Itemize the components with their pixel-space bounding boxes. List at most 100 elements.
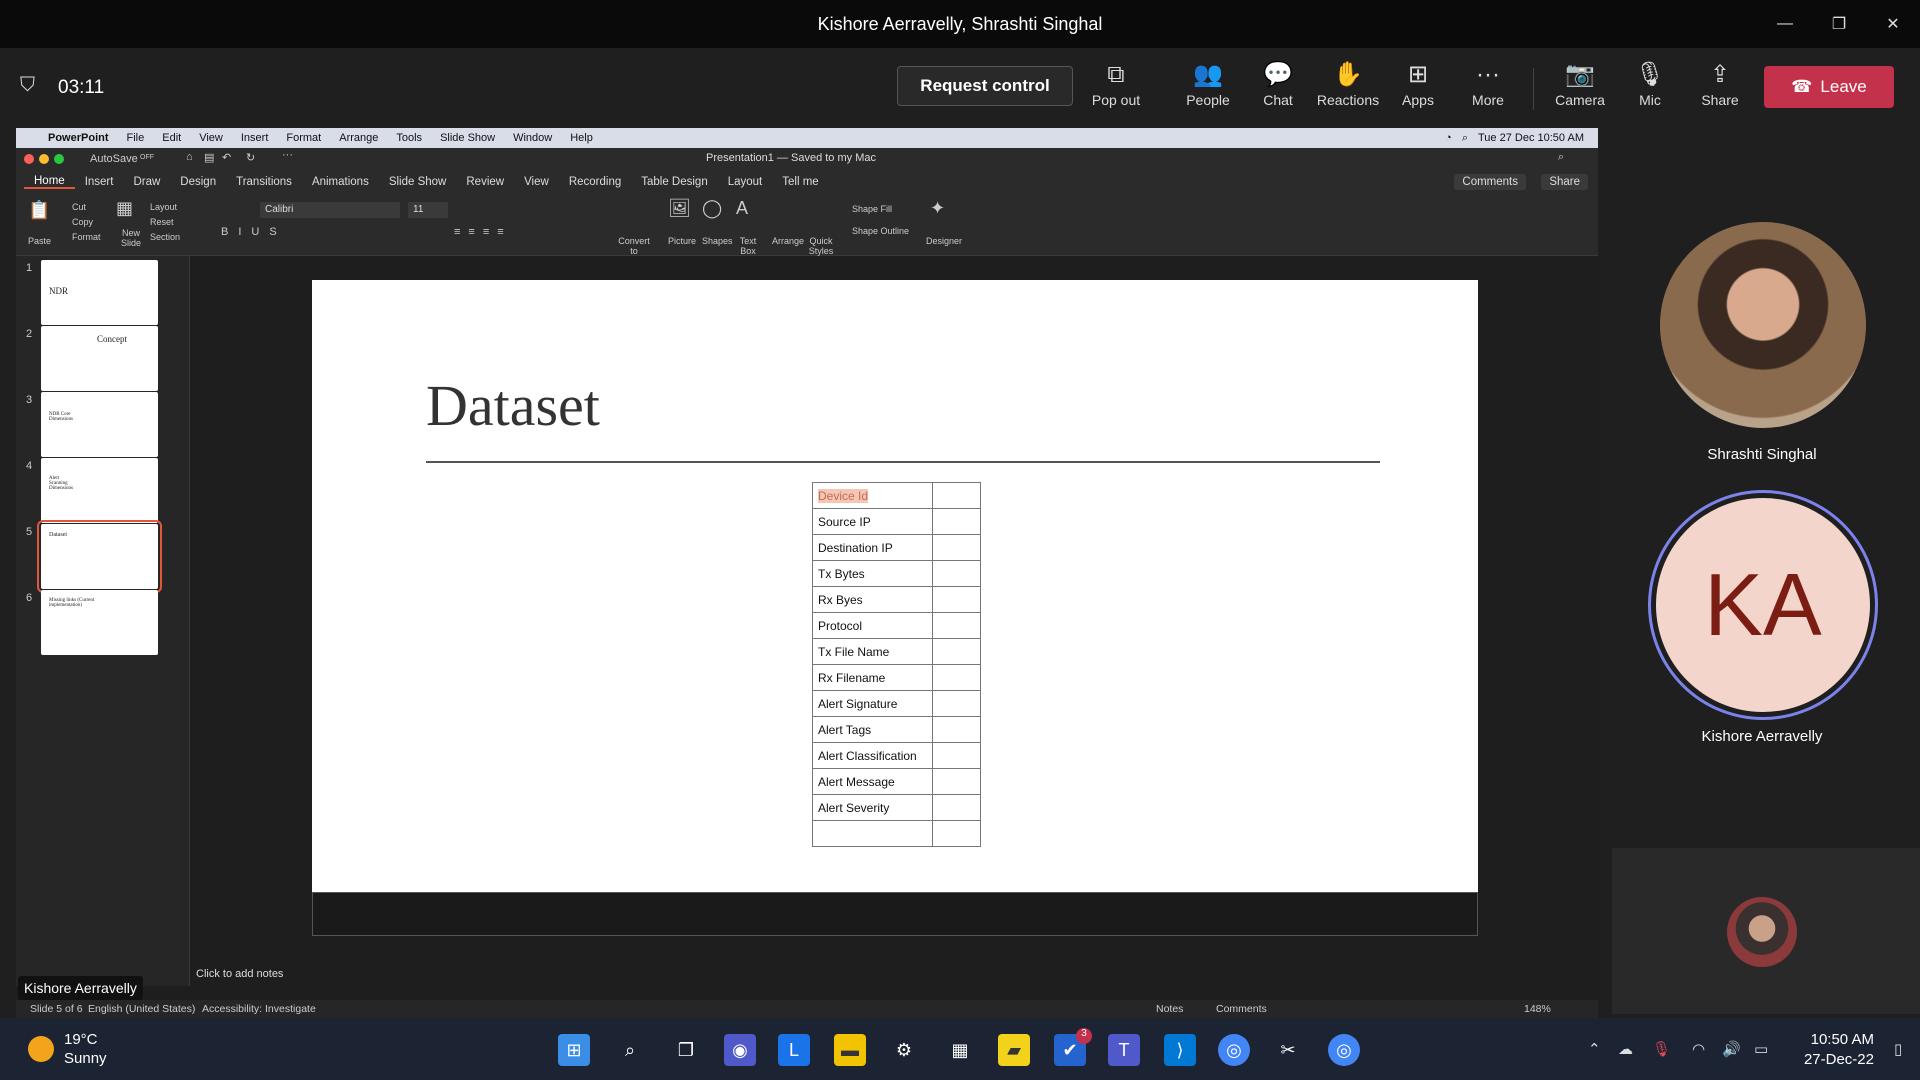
zoom-level[interactable]: 148% bbox=[1524, 1003, 1551, 1015]
volume-icon[interactable]: 🔊 bbox=[1722, 1040, 1741, 1058]
slide-title[interactable]: Dataset bbox=[426, 372, 600, 439]
quick-styles-label[interactable]: Quick Styles bbox=[806, 236, 836, 256]
chrome-icon[interactable]: ◎ bbox=[1218, 1034, 1250, 1066]
tab-layout[interactable]: Layout bbox=[718, 176, 773, 188]
table-cell-field[interactable]: Alert Severity bbox=[812, 794, 933, 821]
people-button[interactable]: 👥 People bbox=[1173, 60, 1243, 108]
notes-placeholder[interactable]: Click to add notes bbox=[196, 968, 283, 980]
table-row[interactable] bbox=[812, 820, 981, 847]
tab-draw[interactable]: Draw bbox=[123, 176, 170, 188]
table-cell-empty[interactable] bbox=[932, 586, 981, 613]
close-dot[interactable] bbox=[24, 154, 34, 164]
onedrive-icon[interactable]: ☁ bbox=[1618, 1040, 1633, 1058]
table-row[interactable]: Rx Byes bbox=[812, 586, 981, 613]
font-size-select[interactable]: 11 bbox=[408, 202, 448, 218]
table-cell-field[interactable]: Alert Message bbox=[812, 768, 933, 795]
paste-label[interactable]: Paste bbox=[28, 236, 51, 246]
table-cell-field[interactable]: Alert Signature bbox=[812, 690, 933, 717]
todo-icon[interactable]: ✔ 3 bbox=[1054, 1028, 1092, 1066]
shapes-label[interactable]: Shapes bbox=[702, 236, 733, 246]
participant-video-shrashti[interactable] bbox=[1660, 222, 1866, 428]
leave-button[interactable]: ☎ Leave bbox=[1764, 66, 1894, 108]
mic-tray-icon[interactable]: 🎙 bbox=[1652, 1040, 1671, 1058]
table-cell-empty[interactable] bbox=[932, 768, 981, 795]
tab-insert[interactable]: Insert bbox=[75, 176, 124, 188]
more-button[interactable]: ··· More bbox=[1453, 60, 1523, 108]
table-row[interactable]: Alert Severity bbox=[812, 794, 981, 821]
designer-icon[interactable]: ✦ bbox=[930, 198, 945, 219]
share-ppt-button[interactable]: Share bbox=[1541, 174, 1588, 190]
font-name-select[interactable]: Calibri bbox=[260, 202, 400, 218]
table-cell-empty[interactable] bbox=[932, 534, 981, 561]
table-cell-field[interactable]: Device Id bbox=[812, 482, 933, 509]
battery-icon[interactable]: ▭ bbox=[1754, 1040, 1768, 1058]
designer-label[interactable]: Designer bbox=[926, 236, 962, 246]
menu-help[interactable]: Help bbox=[570, 132, 593, 144]
slide-thumbnail-6[interactable]: Missing links (Current implementation) bbox=[41, 590, 158, 655]
paste-icon[interactable]: 📋 bbox=[28, 200, 50, 221]
tab-transitions[interactable]: Transitions bbox=[226, 176, 302, 188]
section-button[interactable]: Section bbox=[150, 232, 180, 242]
sticky-notes-icon[interactable]: ▰ bbox=[998, 1034, 1030, 1066]
minimize-dot[interactable] bbox=[39, 154, 49, 164]
minimize-button[interactable]: — bbox=[1758, 10, 1812, 38]
notes-toggle[interactable]: Notes bbox=[1156, 1003, 1183, 1015]
table-cell-field[interactable]: Tx File Name bbox=[812, 638, 933, 665]
new-slide-label[interactable]: New Slide bbox=[116, 228, 146, 248]
snipping-tool-icon[interactable]: ✂ bbox=[1272, 1034, 1304, 1066]
table-cell-empty[interactable] bbox=[932, 742, 981, 769]
table-cell-field[interactable]: Source IP bbox=[812, 508, 933, 535]
table-row[interactable]: Alert Classification bbox=[812, 742, 981, 769]
table-cell-empty[interactable] bbox=[932, 690, 981, 717]
table-row[interactable]: Device Id bbox=[812, 482, 981, 509]
chat-button[interactable]: 💬 Chat bbox=[1243, 60, 1313, 108]
reset-button[interactable]: Reset bbox=[150, 217, 174, 227]
tab-view[interactable]: View bbox=[514, 176, 559, 188]
table-cell-empty[interactable] bbox=[932, 508, 981, 535]
slide-thumbnail-1[interactable]: NDR bbox=[41, 260, 158, 325]
task-view-icon[interactable]: ❐ bbox=[670, 1034, 702, 1066]
slide-thumbnail-2[interactable]: Concept bbox=[41, 326, 158, 391]
textbox-icon[interactable]: A bbox=[736, 198, 748, 219]
start-icon[interactable]: ⊞ bbox=[558, 1034, 590, 1066]
copy-button[interactable]: Copy bbox=[72, 217, 93, 227]
arrange-label[interactable]: Arrange bbox=[772, 236, 804, 246]
dataset-table[interactable]: Device Id Source IP Destination IP Tx Bytes… bbox=[812, 482, 981, 847]
vscode-icon[interactable]: ⟩ bbox=[1164, 1034, 1196, 1066]
redo-icon[interactable]: ↻ bbox=[246, 151, 255, 164]
table-cell-field[interactable]: Rx Filename bbox=[812, 664, 933, 691]
teams-icon[interactable]: T bbox=[1108, 1034, 1140, 1066]
undo-icon[interactable]: ↶ bbox=[222, 151, 231, 164]
wifi-icon[interactable]: ◠ bbox=[1692, 1040, 1705, 1058]
table-cell-empty[interactable] bbox=[932, 794, 981, 821]
slide-thumbnail-3[interactable]: NDR Core Dimensions bbox=[41, 392, 158, 457]
more-icon[interactable]: ··· bbox=[282, 149, 293, 161]
table-cell-empty[interactable] bbox=[932, 560, 981, 587]
menu-edit[interactable]: Edit bbox=[162, 132, 181, 144]
calculator-icon[interactable]: ▦ bbox=[944, 1034, 976, 1066]
layout-button[interactable]: Layout bbox=[150, 202, 177, 212]
cut-button[interactable]: Cut bbox=[72, 202, 86, 212]
table-cell-field[interactable]: Alert Classification bbox=[812, 742, 933, 769]
table-row[interactable]: Alert Signature bbox=[812, 690, 981, 717]
language-status[interactable]: English (United States) bbox=[88, 1003, 195, 1015]
table-cell-empty[interactable] bbox=[932, 612, 981, 639]
share-button[interactable]: ⇪ Share bbox=[1685, 60, 1755, 108]
table-row[interactable]: Destination IP bbox=[812, 534, 981, 561]
menu-format[interactable]: Format bbox=[286, 132, 321, 144]
ppt-search-icon[interactable]: ⌕ bbox=[1558, 151, 1564, 164]
comments-toggle[interactable]: Comments bbox=[1216, 1003, 1267, 1015]
table-cell-empty[interactable] bbox=[932, 820, 981, 847]
apps-button[interactable]: ⊞ Apps bbox=[1383, 60, 1453, 108]
tab-recording[interactable]: Recording bbox=[559, 176, 631, 188]
table-row[interactable]: Alert Tags bbox=[812, 716, 981, 743]
new-slide-icon[interactable]: ▦ bbox=[116, 198, 133, 219]
participant-avatar-ka[interactable]: KA bbox=[1656, 498, 1870, 712]
slide-thumbnail-4[interactable]: Alert Scanning Dimensions bbox=[41, 458, 158, 523]
reactions-button[interactable]: ✋ Reactions bbox=[1313, 60, 1383, 108]
close-button[interactable]: ✕ bbox=[1866, 10, 1920, 38]
autosave-toggle[interactable]: OFF bbox=[140, 154, 154, 161]
chevron-up-icon[interactable]: ⌃ bbox=[1588, 1040, 1601, 1058]
table-cell-field[interactable]: Destination IP bbox=[812, 534, 933, 561]
notification-icon[interactable]: ▯ bbox=[1894, 1040, 1902, 1058]
